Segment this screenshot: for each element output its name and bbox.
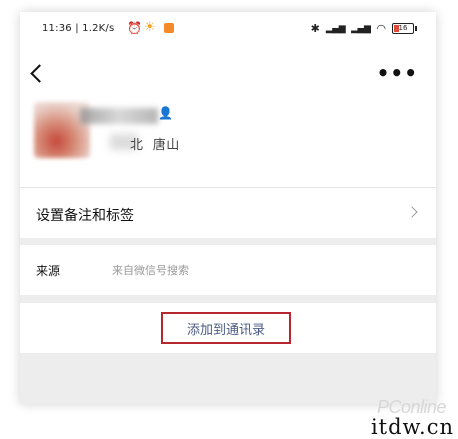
- profile-card: 👤 北 唐山: [20, 94, 436, 187]
- alarm-icon: ⏰: [127, 21, 142, 35]
- add-contact-row: 添加到通讯录: [20, 303, 436, 353]
- sun-icon: ☀: [144, 20, 156, 35]
- phone-screen: 11:36 | 1.2K/s ⏰ ☀ ✱ ▂▄▆ ▂▄▆ ◠ 16 ••• 👤 …: [20, 12, 436, 404]
- more-icon[interactable]: •••: [377, 61, 418, 85]
- source-row: 来源 来自微信号搜索: [20, 245, 436, 295]
- nickname-blurred: [80, 108, 158, 124]
- battery-icon: 16: [392, 23, 417, 34]
- remark-label: 设置备注和标签: [36, 208, 134, 224]
- person-icon: 👤: [158, 106, 173, 120]
- back-icon[interactable]: [30, 64, 49, 83]
- source-label: 来源: [36, 264, 61, 278]
- app-notification-icon: [164, 23, 174, 33]
- nav-bar: •••: [20, 48, 436, 94]
- status-bar: 11:36 | 1.2K/s ⏰ ☀ ✱ ▂▄▆ ▂▄▆ ◠ 16: [20, 12, 436, 48]
- status-right-icons: ✱ ▂▄▆ ▂▄▆ ◠ 16: [310, 22, 417, 35]
- chevron-right-icon: [406, 206, 418, 218]
- bluetooth-icon: ✱: [310, 22, 320, 35]
- watermark-site: itdw.cn: [370, 415, 454, 439]
- remark-and-tags-row[interactable]: 设置备注和标签: [20, 187, 436, 238]
- status-time: 11:36 | 1.2K/s: [42, 23, 115, 34]
- signal-icon: ▂▄▆: [325, 23, 346, 34]
- region-text: 北 唐山: [130, 138, 180, 153]
- source-value: 来自微信号搜索: [112, 264, 189, 277]
- signal-icon-2: ▂▄▆: [351, 23, 371, 34]
- wifi-icon: ◠: [376, 22, 386, 35]
- add-to-contacts-button[interactable]: 添加到通讯录: [161, 312, 291, 344]
